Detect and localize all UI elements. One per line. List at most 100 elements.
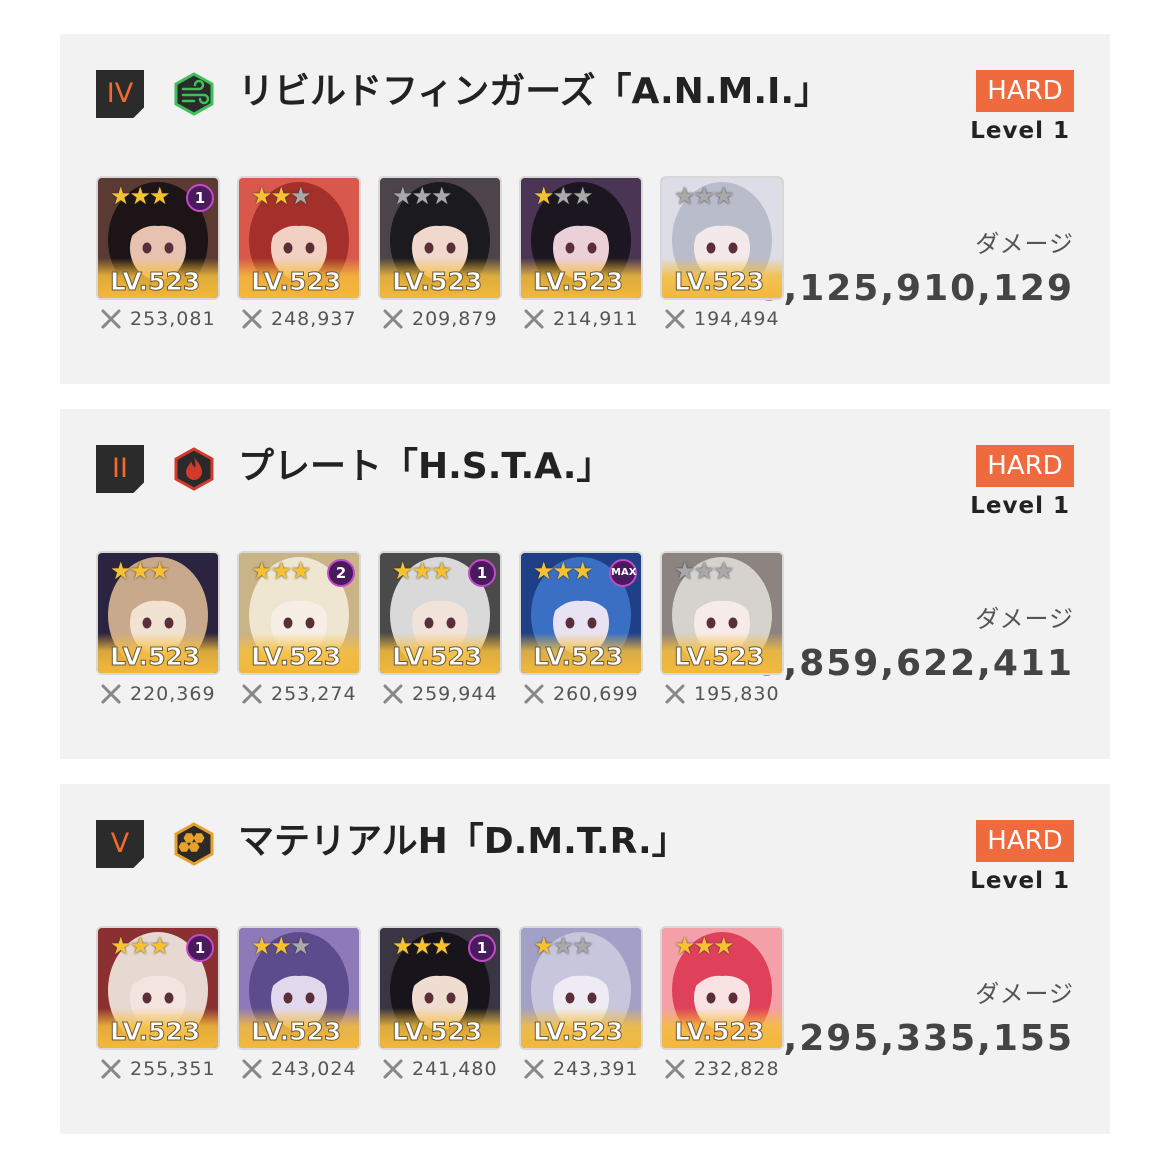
star-empty-icon: ★	[572, 932, 594, 960]
character-portrait[interactable]: ★★★ LV.523	[96, 551, 220, 675]
star-filled-icon: ★	[110, 932, 132, 960]
combat-power-icon	[665, 684, 685, 704]
character-level: LV.523	[532, 1017, 624, 1047]
boss-name: プレート「H.S.T.A.」	[238, 446, 613, 487]
combat-power-value: 253,081	[130, 308, 216, 330]
star-rating: ★★★	[251, 557, 312, 585]
core-badge: 1	[468, 934, 496, 962]
iron-element-icon	[172, 822, 216, 866]
star-filled-icon: ★	[270, 182, 293, 210]
star-filled-icon: ★	[251, 182, 273, 210]
star-rating: ★★★	[533, 557, 594, 585]
combat-power-icon	[524, 309, 544, 329]
star-empty-icon: ★	[693, 557, 716, 585]
character-portrait[interactable]: ★★★ MAX LV.523	[519, 551, 643, 675]
star-filled-icon: ★	[251, 557, 273, 585]
raid-card: V マテリアルH「D.M.T.R.」 HARD Level 1 ダメージ 12,295,3…	[60, 784, 1110, 1134]
character-level: LV.523	[532, 642, 624, 672]
star-rating: ★★★	[674, 932, 735, 960]
star-rating: ★★★	[533, 182, 594, 210]
star-filled-icon: ★	[129, 182, 152, 210]
character-portrait[interactable]: ★★★ LV.523	[660, 926, 784, 1050]
combat-power: 194,494	[660, 308, 784, 330]
star-filled-icon: ★	[270, 557, 293, 585]
difficulty-badge: HARD	[976, 820, 1074, 862]
star-filled-icon: ★	[552, 557, 575, 585]
combat-power-icon	[665, 1059, 685, 1079]
star-filled-icon: ★	[693, 932, 716, 960]
character-portrait[interactable]: ★★★ LV.523	[237, 926, 361, 1050]
star-filled-icon: ★	[431, 932, 453, 960]
damage-label: ダメージ	[975, 230, 1074, 258]
character-portrait[interactable]: ★★★ 1 LV.523	[378, 551, 502, 675]
star-filled-icon: ★	[572, 557, 594, 585]
combat-power-value: 253,274	[271, 683, 357, 705]
star-filled-icon: ★	[533, 932, 555, 960]
star-filled-icon: ★	[411, 932, 434, 960]
star-empty-icon: ★	[693, 182, 716, 210]
star-rating: ★★★	[392, 557, 453, 585]
star-empty-icon: ★	[552, 182, 575, 210]
raid-card: II プレート「H.S.T.A.」 HARD Level 1 ダメージ 9,859,622…	[60, 409, 1110, 759]
combat-power-value: 214,911	[553, 308, 639, 330]
combat-power-value: 194,494	[694, 308, 780, 330]
character-portrait[interactable]: ★★★ 2 LV.523	[237, 551, 361, 675]
star-filled-icon: ★	[533, 557, 555, 585]
boss-level: Level 1	[970, 118, 1070, 144]
star-filled-icon: ★	[674, 932, 696, 960]
wind-element-icon	[172, 72, 216, 116]
character-level: LV.523	[250, 267, 342, 297]
combat-power-icon	[524, 1059, 544, 1079]
star-empty-icon: ★	[392, 182, 414, 210]
character-portrait[interactable]: ★★★ 1 LV.523	[96, 926, 220, 1050]
star-empty-icon: ★	[713, 182, 735, 210]
combat-power-icon	[242, 309, 262, 329]
combat-power: 220,369	[96, 683, 220, 705]
damage-label: ダメージ	[975, 980, 1074, 1008]
core-badge: 2	[327, 559, 355, 587]
star-filled-icon: ★	[392, 932, 414, 960]
star-rating: ★★★	[110, 932, 171, 960]
combat-power-icon	[101, 309, 121, 329]
combat-power: 260,699	[519, 683, 643, 705]
star-rating: ★★★	[674, 557, 735, 585]
combat-power: 214,911	[519, 308, 643, 330]
character-portrait[interactable]: ★★★ LV.523	[519, 926, 643, 1050]
character-portrait[interactable]: ★★★ LV.523	[519, 176, 643, 300]
star-filled-icon: ★	[713, 932, 735, 960]
character-portrait[interactable]: ★★★ 1 LV.523	[378, 926, 502, 1050]
combat-power-icon	[383, 1059, 403, 1079]
star-filled-icon: ★	[392, 557, 414, 585]
character-portrait[interactable]: ★★★ LV.523	[378, 176, 502, 300]
combat-power-value: 260,699	[553, 683, 639, 705]
star-rating: ★★★	[251, 182, 312, 210]
star-filled-icon: ★	[270, 932, 293, 960]
combat-power-value: 209,879	[412, 308, 498, 330]
character-portrait[interactable]: ★★★ LV.523	[237, 176, 361, 300]
star-rating: ★★★	[392, 182, 453, 210]
character-level: LV.523	[391, 642, 483, 672]
combat-power: 232,828	[660, 1058, 784, 1080]
tier-badge: II	[96, 445, 144, 493]
difficulty-badge: HARD	[976, 445, 1074, 487]
combat-power-value: 259,944	[412, 683, 498, 705]
core-badge: 1	[186, 184, 214, 212]
character-level: LV.523	[673, 1017, 765, 1047]
character-portrait[interactable]: ★★★ LV.523	[660, 176, 784, 300]
star-filled-icon: ★	[110, 557, 132, 585]
star-filled-icon: ★	[129, 932, 152, 960]
damage-value: 9,859,622,411	[756, 643, 1074, 684]
star-filled-icon: ★	[533, 182, 555, 210]
star-rating: ★★★	[674, 182, 735, 210]
combat-power-value: 243,391	[553, 1058, 639, 1080]
character-portrait[interactable]: ★★★ LV.523	[660, 551, 784, 675]
combat-power: 255,351	[96, 1058, 220, 1080]
star-filled-icon: ★	[431, 557, 453, 585]
combat-power-icon	[101, 1059, 121, 1079]
character-portrait[interactable]: ★★★ 1 LV.523	[96, 176, 220, 300]
damage-value: 8,125,910,129	[756, 268, 1074, 309]
combat-power: 253,274	[237, 683, 361, 705]
combat-power-icon	[383, 309, 403, 329]
core-badge: 1	[186, 934, 214, 962]
raid-card: IV リビルドフィンガーズ「A.N.M.I.」 HARD Level 1 ダメージ 8,1…	[60, 34, 1110, 384]
